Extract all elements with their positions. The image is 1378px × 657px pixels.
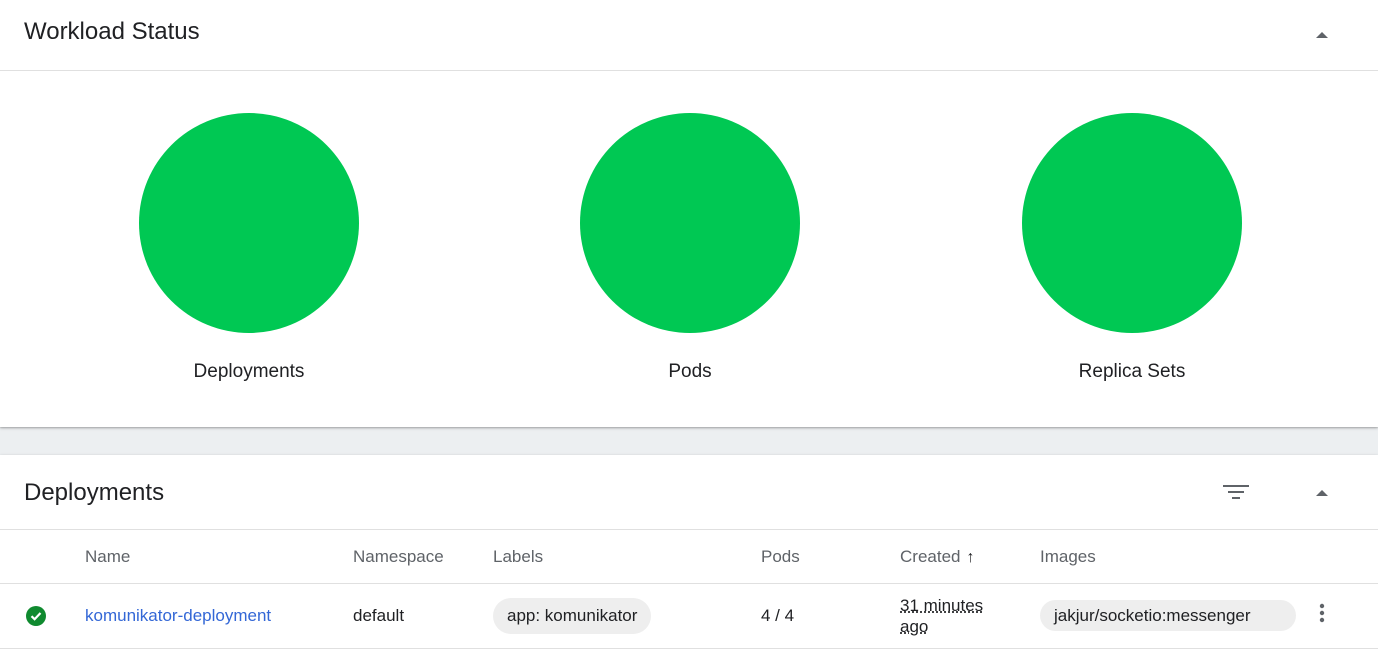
pods-column-header: Pods [761, 531, 900, 584]
table-row: komunikator-deployment default app: komu… [0, 583, 1378, 649]
more-actions-button[interactable] [1310, 602, 1334, 629]
images-column-header: Images [1040, 531, 1310, 584]
status-deployments[interactable]: Deployments [119, 71, 379, 383]
created-time: 31 minutes ago [900, 595, 984, 636]
workload-status-card: Workload Status Deployments Pods Replica… [0, 0, 1378, 427]
status-pods[interactable]: Pods [560, 71, 820, 383]
pods-status-label: Pods [668, 361, 712, 382]
labels-cell: app: komunikator [493, 583, 761, 649]
image-chip: jakjur/socketio:messenger [1040, 600, 1296, 631]
created-column-label: Created [900, 546, 961, 566]
sort-arrow-up-icon: ↑ [966, 548, 975, 566]
deployments-header: Deployments [0, 455, 1378, 530]
check-circle-icon [26, 605, 46, 626]
deployment-name-link[interactable]: komunikator-deployment [85, 606, 271, 625]
table-header-row: Name Namespace Labels Pods Created ↑ Imag… [0, 531, 1378, 584]
status-column-header [0, 531, 85, 584]
collapse-workload-status-button[interactable] [1310, 25, 1334, 45]
name-cell: komunikator-deployment [85, 583, 353, 649]
deployments-status-circle [139, 113, 359, 333]
workload-status-header: Workload Status [0, 0, 1378, 71]
label-chip: app: komunikator [493, 597, 652, 634]
actions-cell [1310, 583, 1378, 649]
actions-column-header [1310, 531, 1378, 584]
arrow-up-icon [1316, 490, 1328, 496]
deployments-title: Deployments [24, 479, 165, 506]
deployments-table: Name Namespace Labels Pods Created ↑ Imag… [0, 531, 1378, 649]
labels-column-header: Labels [493, 531, 761, 584]
status-cell [0, 583, 85, 649]
pods-status-circle [580, 113, 800, 333]
namespace-cell: default [353, 583, 493, 649]
collapse-deployments-button[interactable] [1310, 483, 1334, 503]
workload-status-charts: Deployments Pods Replica Sets [0, 71, 1378, 427]
deployments-status-label: Deployments [193, 361, 305, 382]
name-column-header[interactable]: Name [85, 531, 353, 584]
replica-sets-status-circle [1022, 113, 1242, 333]
replica-sets-status-label: Replica Sets [1078, 361, 1186, 382]
status-replica-sets[interactable]: Replica Sets [1002, 71, 1262, 383]
filter-icon [1223, 485, 1249, 499]
arrow-up-icon [1316, 32, 1328, 38]
created-column-header[interactable]: Created ↑ [900, 531, 1040, 584]
created-cell: 31 minutes ago [900, 583, 1040, 649]
workload-status-title: Workload Status [24, 18, 200, 45]
deployments-card: Deployments Name Namespace Labels Pods C… [0, 455, 1378, 657]
images-cell: jakjur/socketio:messenger [1040, 583, 1310, 649]
filter-button[interactable] [1222, 481, 1250, 503]
pods-cell: 4 / 4 [761, 583, 900, 649]
more-vert-icon [1319, 603, 1325, 623]
namespace-column-header[interactable]: Namespace [353, 531, 493, 584]
